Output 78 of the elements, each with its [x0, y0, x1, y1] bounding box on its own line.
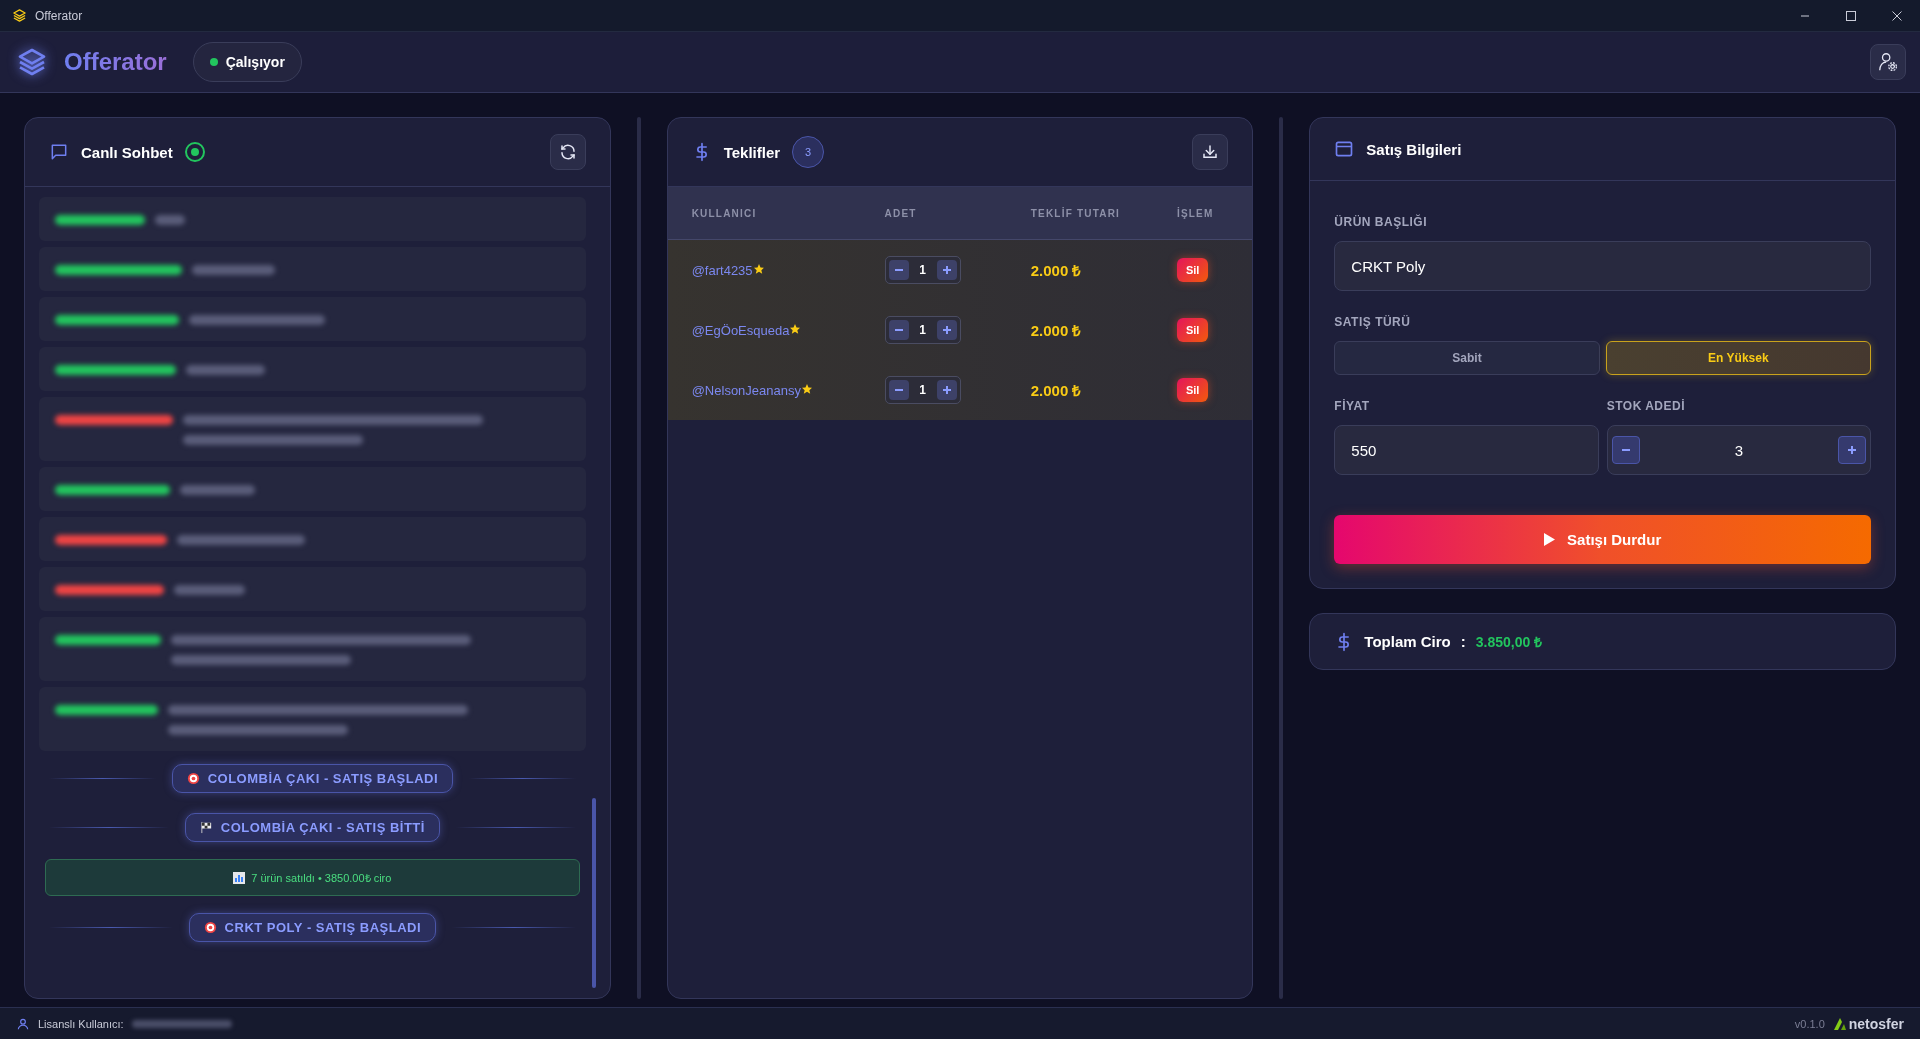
sale-type-option[interactable]: Sabit: [1334, 341, 1600, 375]
quantity-value: 1: [918, 263, 927, 277]
brand-name: netosfer: [1848, 1015, 1904, 1032]
quantity-stepper[interactable]: 1: [884, 376, 961, 404]
download-icon: [1201, 143, 1220, 161]
chat-bubble-icon: [49, 142, 69, 162]
status-badge: Çalışıyor: [192, 42, 302, 82]
event-text: COLOMBİA ÇAKI - SATIŞ BAŞLADI: [207, 771, 439, 786]
field-label: ÜRÜN BAŞLIĞI: [1334, 215, 1428, 229]
column-header: İŞLEM: [1152, 187, 1253, 240]
stock-stepper[interactable]: 3: [1606, 425, 1872, 475]
plus-icon: [941, 265, 952, 275]
field-label: SATIŞ TÜRÜ: [1334, 315, 1412, 329]
user-settings-button[interactable]: [1870, 44, 1906, 80]
delete-button[interactable]: Sil: [1176, 378, 1209, 402]
delete-button[interactable]: Sil: [1176, 318, 1209, 342]
maximize-icon: [1845, 9, 1857, 22]
total-label: Toplam Ciro: [1364, 633, 1451, 650]
separator-text: :: [1460, 633, 1466, 650]
decrement-button[interactable]: [888, 320, 909, 340]
event-text: CRKT POLY - SATIŞ BAŞLADI: [224, 920, 422, 935]
total-value: 3.850,00 ₺: [1475, 633, 1543, 651]
sale-type-option[interactable]: En Yüksek: [1605, 341, 1872, 375]
window-title: Offerator: [35, 8, 83, 23]
price-field[interactable]: 550: [1334, 425, 1599, 475]
flag-icon: [199, 821, 213, 834]
app-logo-icon: [12, 8, 27, 23]
offer-amount: 2.000 ₺: [1030, 322, 1082, 339]
event-text: COLOMBİA ÇAKI - SATIŞ BİTTİ: [220, 820, 425, 835]
blurred-text: [155, 215, 185, 225]
card-icon: [1334, 139, 1355, 159]
summary-text: 7 ürün satıldı • 3850.00₺ ciro: [251, 871, 392, 885]
panel-title: Canlı Sohbet: [81, 143, 173, 161]
product-title-field[interactable]: CRKT Poly: [1334, 241, 1871, 291]
stop-sale-button[interactable]: Satışı Durdur: [1334, 515, 1871, 564]
column-header: ADET: [860, 187, 1007, 240]
play-icon: [1544, 533, 1556, 546]
quantity-stepper[interactable]: 1: [884, 316, 961, 344]
plus-icon: [941, 385, 952, 395]
user-icon: [16, 1016, 30, 1031]
panel-title: Satış Bilgileri: [1366, 140, 1462, 158]
field-label: STOK ADEDİ: [1606, 399, 1687, 413]
offer-amount: 2.000 ₺: [1030, 382, 1082, 399]
username: @fart4235: [691, 263, 753, 278]
offer-amount: 2.000 ₺: [1030, 262, 1082, 279]
increment-button[interactable]: [936, 320, 957, 340]
plus-icon: [941, 325, 952, 335]
user-gear-icon: [1877, 51, 1899, 73]
bar-chart-icon: [233, 871, 246, 884]
increment-button[interactable]: [936, 380, 957, 400]
close-icon: [1891, 9, 1903, 22]
delete-button[interactable]: Sil: [1176, 258, 1209, 282]
field-label: FİYAT: [1334, 399, 1371, 413]
quantity-value: 1: [918, 383, 927, 397]
increment-button[interactable]: [936, 260, 957, 280]
quantity-stepper[interactable]: 1: [884, 256, 961, 284]
blurred-text: [174, 585, 245, 595]
brand-logo-icon: [1832, 1016, 1847, 1031]
username: @EgÖoEsqueda: [691, 323, 790, 338]
target-icon: [186, 772, 200, 785]
decrement-button[interactable]: [888, 260, 909, 280]
target-icon: [203, 921, 217, 934]
quantity-value: 1: [918, 323, 927, 337]
refresh-icon: [558, 143, 577, 161]
decrement-button[interactable]: [888, 380, 909, 400]
increment-button[interactable]: [1838, 436, 1867, 464]
column-header: KULLANICI: [667, 187, 861, 240]
license-label: Lisanslı Kullanıcı:: [38, 1017, 124, 1030]
download-button[interactable]: [1192, 134, 1229, 170]
refresh-button[interactable]: [549, 134, 586, 170]
app-logo-icon: [16, 46, 48, 78]
version-text: v0.1.0: [1794, 1017, 1825, 1030]
plus-icon: [1847, 445, 1858, 455]
stock-value: 3: [1734, 441, 1744, 459]
column-header: TEKLİF TUTARI: [1006, 187, 1153, 240]
count-badge: 3: [792, 136, 825, 168]
username: @NelsonJeanansy: [691, 383, 801, 398]
panel-title: Teklifler: [723, 143, 781, 161]
